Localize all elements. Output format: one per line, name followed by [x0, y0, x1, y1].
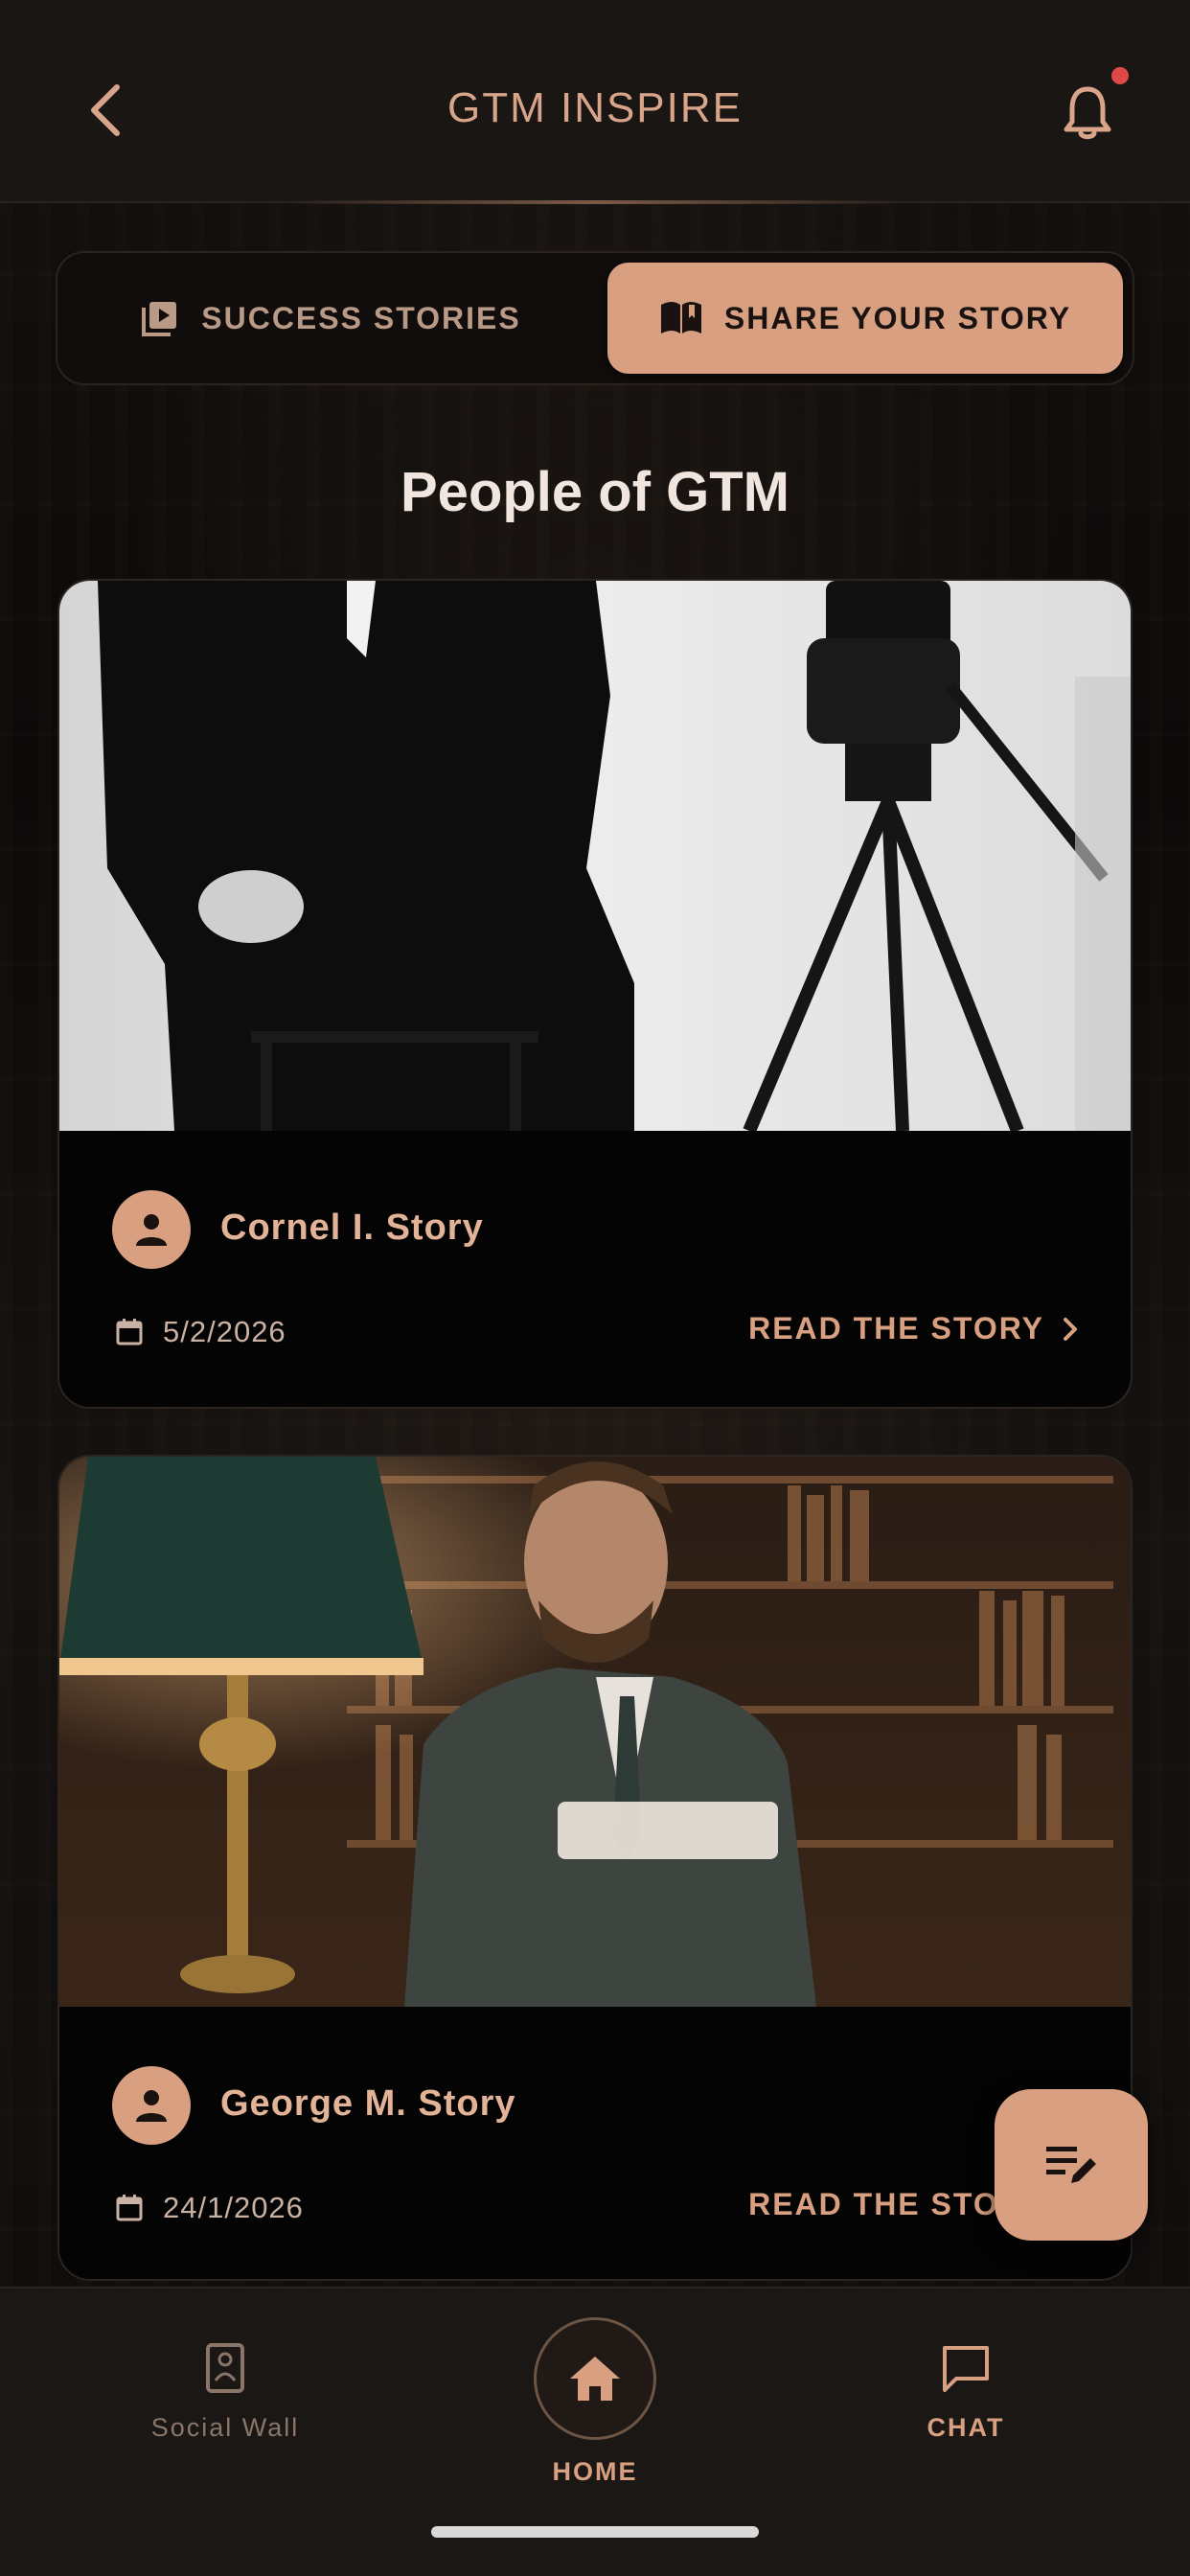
story-date-text: 24/1/2026 [163, 2191, 304, 2224]
story-photo [59, 1457, 1131, 2007]
story-card[interactable]: Cornel I. Story 5/2/2026 READ THE STORY [57, 579, 1133, 1409]
app-screen: GTM INSPIRE SUCCESS STORIES SHARE YOUR S… [0, 0, 1190, 2576]
chat-icon [943, 2346, 989, 2392]
nav-social-wall[interactable]: Social Wall [129, 2342, 321, 2443]
tab-share-your-story-label: SHARE YOUR STORY [723, 300, 1072, 335]
avatar [112, 2066, 191, 2145]
write-story-fab[interactable] [995, 2089, 1148, 2241]
bell-icon [1064, 86, 1111, 140]
top-app-bar: GTM INSPIRE [0, 0, 1190, 204]
story-author: Cornel I. Story [220, 1208, 484, 1248]
calendar-icon [116, 2195, 143, 2221]
system-home-indicator[interactable] [431, 2526, 759, 2538]
nav-social-wall-label: Social Wall [150, 2413, 300, 2442]
chevron-right-icon [1064, 1317, 1077, 1341]
notification-badge [1111, 67, 1129, 84]
story-author: George M. Story [220, 2083, 516, 2124]
story-photo [59, 581, 1131, 1131]
avatar [112, 1190, 191, 1269]
story-date-text: 5/2/2026 [163, 1315, 286, 1348]
person-icon [136, 2090, 167, 2122]
video-library-icon [142, 302, 177, 336]
story-card[interactable]: George M. Story 24/1/2026 READ THE STORY [57, 1455, 1133, 2281]
open-book-icon [660, 302, 701, 334]
nav-home[interactable]: HOME [498, 2317, 692, 2487]
home-icon [570, 2357, 620, 2401]
notifications-button[interactable] [1059, 79, 1116, 146]
story-date: 5/2/2026 [115, 1315, 286, 1349]
section-title: People of GTM [400, 461, 790, 523]
tab-share-your-story[interactable]: SHARE YOUR STORY [607, 263, 1123, 374]
calendar-icon [116, 1319, 143, 1346]
read-story-link[interactable]: READ THE STORY [748, 1311, 1079, 1346]
nav-chat-label: CHAT [927, 2413, 1005, 2442]
home-indicator-ring [534, 2317, 656, 2440]
story-card-info: George M. Story 24/1/2026 READ THE STORY [59, 2007, 1131, 2279]
social-wall-icon [206, 2343, 244, 2393]
nav-home-label: HOME [552, 2457, 638, 2486]
edit-note-icon [1046, 2147, 1096, 2183]
read-story-label: READ THE STORY [748, 1311, 1044, 1346]
tab-success-stories[interactable]: SUCCESS STORIES [67, 263, 594, 374]
nav-chat[interactable]: CHAT [870, 2342, 1062, 2443]
story-mode-toggle: SUCCESS STORIES SHARE YOUR STORY [56, 251, 1134, 385]
story-card-info: Cornel I. Story 5/2/2026 READ THE STORY [59, 1131, 1131, 1407]
person-icon [136, 1214, 167, 1246]
tab-success-stories-label: SUCCESS STORIES [201, 300, 521, 335]
app-title: GTM INSPIRE [446, 84, 744, 131]
story-date: 24/1/2026 [115, 2191, 304, 2225]
